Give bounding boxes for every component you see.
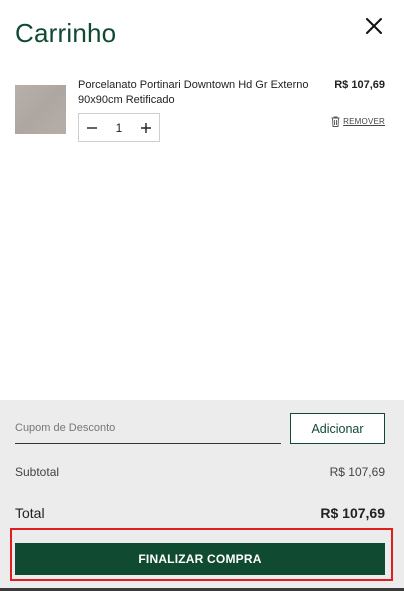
total-row: Total R$ 107,69 [15, 505, 385, 521]
subtotal-value: R$ 107,69 [329, 465, 385, 479]
remove-label: REMOVER [343, 117, 385, 126]
plus-icon [141, 122, 151, 133]
product-name[interactable]: Porcelanato Portinari Downtown Hd Gr Ext… [78, 78, 318, 108]
checkout-button[interactable]: FINALIZAR COMPRA [15, 543, 385, 575]
coupon-field [15, 412, 281, 444]
cart-title: Carrinho [15, 18, 117, 48]
decrement-button[interactable] [79, 114, 105, 141]
cart-drawer: Carrinho Porcelanato Portinari Downtown … [0, 0, 404, 591]
cart-footer: Adicionar Subtotal R$ 107,69 Total R$ 10… [0, 400, 404, 591]
total-label: Total [15, 505, 45, 521]
close-icon [366, 18, 382, 34]
increment-button[interactable] [133, 114, 159, 141]
product-price: R$ 107,69 [334, 79, 385, 91]
remove-button[interactable]: REMOVER [331, 116, 385, 127]
coupon-input[interactable] [15, 418, 277, 438]
cart-item: Porcelanato Portinari Downtown Hd Gr Ext… [15, 78, 389, 148]
quantity-value[interactable]: 1 [107, 121, 131, 135]
close-button[interactable] [362, 14, 386, 38]
quantity-stepper: 1 [78, 113, 160, 142]
subtotal-row: Subtotal R$ 107,69 [15, 465, 385, 479]
total-value: R$ 107,69 [320, 505, 385, 521]
subtotal-label: Subtotal [15, 465, 60, 479]
trash-icon [331, 116, 340, 127]
product-thumbnail[interactable] [15, 85, 66, 134]
minus-icon [87, 126, 97, 129]
add-coupon-button[interactable]: Adicionar [290, 413, 385, 444]
